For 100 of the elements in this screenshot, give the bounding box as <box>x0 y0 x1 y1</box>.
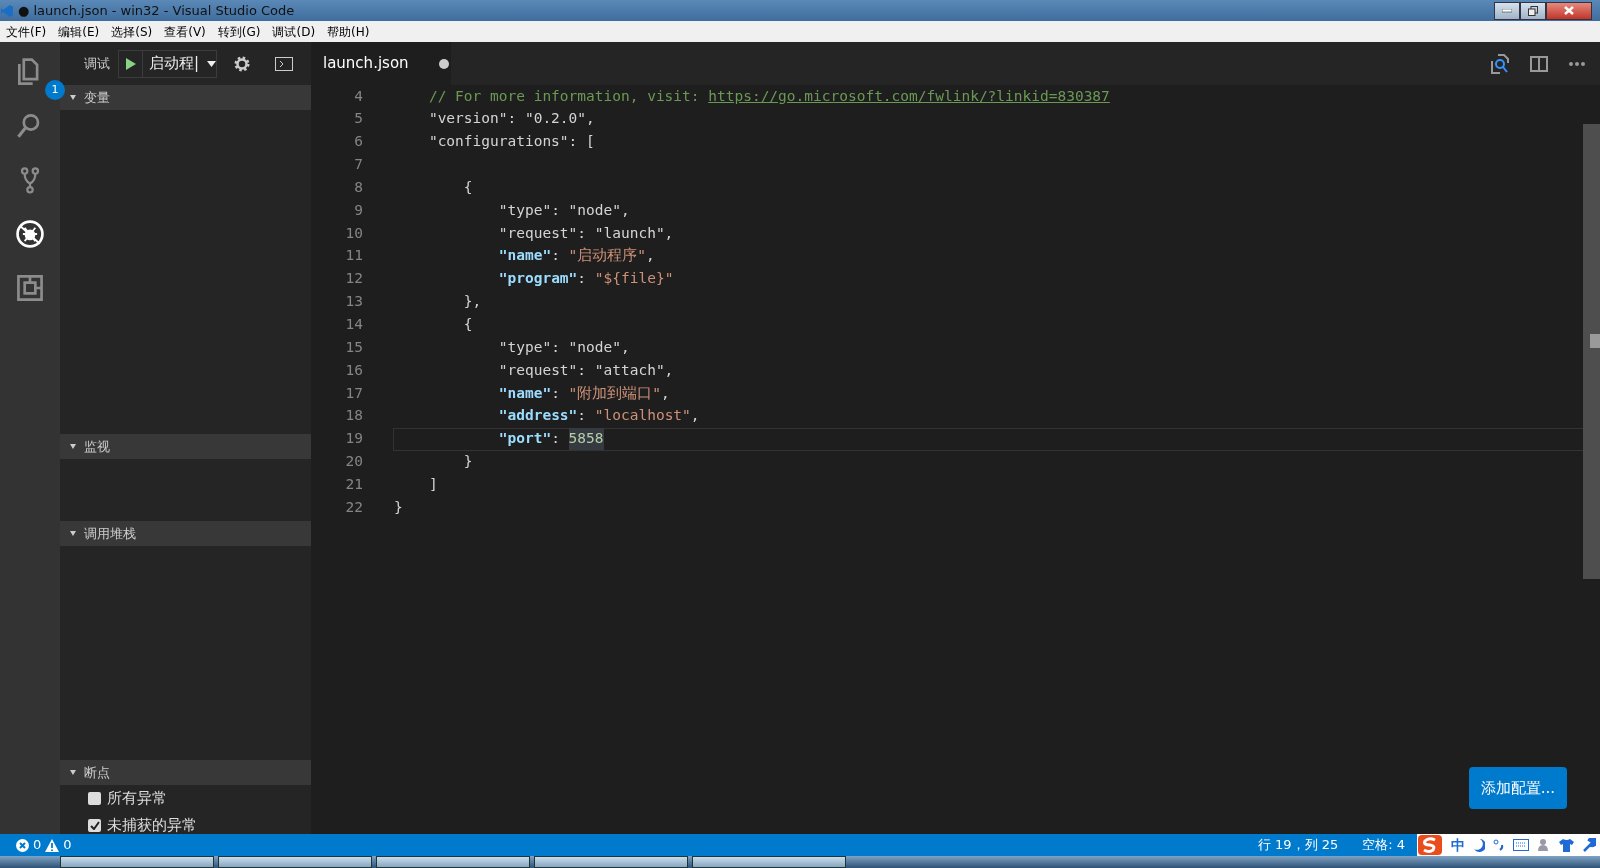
code-text: : <box>551 429 561 449</box>
restore-button[interactable] <box>1520 1 1546 20</box>
code-text: { <box>463 315 473 334</box>
taskbar-button[interactable] <box>376 856 530 868</box>
code-text: , <box>690 406 700 426</box>
split-editor-icon[interactable] <box>1530 55 1548 72</box>
section-title: 调用堆栈 <box>84 524 136 543</box>
minimize-button[interactable] <box>1494 1 1520 20</box>
terminal-icon <box>275 57 294 72</box>
window-title: ● launch.json - win32 - Visual Studio Code <box>18 1 295 20</box>
open-changes-icon[interactable] <box>1488 52 1510 75</box>
error-icon <box>16 838 29 852</box>
checkbox[interactable] <box>88 792 101 805</box>
code-text: ] <box>428 474 438 494</box>
line-number: 9 <box>353 200 363 220</box>
wrench-icon[interactable] <box>1582 838 1596 852</box>
ime-mode[interactable]: 中 <box>1451 834 1465 856</box>
code-text: "configurations": [ <box>428 132 595 152</box>
code-text: "version": "0.2.0", <box>428 109 595 129</box>
cursor-position[interactable]: 行 19，列 25 <box>1257 835 1339 855</box>
section-header[interactable]: 调用堆栈 <box>60 521 311 546</box>
problems-indicator[interactable]: 0 0 <box>16 835 72 855</box>
expanded-triangle-icon <box>70 94 76 101</box>
code-key: "program" <box>498 268 578 291</box>
close-button[interactable] <box>1546 1 1592 20</box>
code-text: : <box>551 383 561 403</box>
check-icon <box>89 821 100 830</box>
code-string: "${file}" <box>594 269 674 289</box>
code-text: : <box>577 269 588 289</box>
keyboard-icon[interactable] <box>1513 839 1529 851</box>
menu-item[interactable]: 调试(D) <box>266 22 322 41</box>
configuration-select[interactable]: 启动程| <box>118 49 218 78</box>
line-number: 6 <box>353 132 363 152</box>
line-number: 10 <box>344 223 363 243</box>
activity-button[interactable] <box>14 218 46 250</box>
section-title: 断点 <box>84 763 110 782</box>
line-number: 14 <box>344 315 363 334</box>
code-text: , <box>661 383 670 403</box>
line-number: 12 <box>344 269 363 289</box>
taskbar-button[interactable] <box>218 856 372 868</box>
line-number: 16 <box>344 360 363 380</box>
punctuation-icon[interactable] <box>1493 839 1505 851</box>
play-icon <box>124 56 137 71</box>
add-configuration-button[interactable]: 添加配置... <box>1468 766 1567 809</box>
taskbar-button[interactable] <box>534 856 688 868</box>
code-text: { <box>463 177 473 197</box>
app-logo-icon <box>0 3 14 18</box>
line-number: 13 <box>344 292 363 312</box>
code-text: "request": "launch", <box>498 223 674 243</box>
user-icon[interactable] <box>1537 838 1551 852</box>
checkbox[interactable] <box>88 819 101 832</box>
menu-item[interactable]: 转到(G) <box>211 22 267 41</box>
line-number: 15 <box>344 337 363 357</box>
shirt-icon[interactable] <box>1559 838 1574 852</box>
section-header[interactable]: 变量 <box>60 85 311 110</box>
expanded-triangle-icon <box>70 443 76 450</box>
settings-icon <box>233 55 252 74</box>
extensions-icon <box>14 272 46 304</box>
code-text: , <box>646 246 655 266</box>
bug-icon <box>14 218 46 250</box>
code-text: : <box>577 406 588 426</box>
code-number: 5858 <box>568 428 604 450</box>
expanded-triangle-icon <box>70 530 76 537</box>
checkbox-label: 所有异常 <box>107 788 167 810</box>
line-number: 8 <box>353 177 363 197</box>
code-text: }, <box>463 292 482 312</box>
code-string: "启动程序" <box>568 246 647 266</box>
code-key: "port" <box>498 428 552 450</box>
line-number: 21 <box>344 474 363 494</box>
code-string: "附加到端口" <box>568 383 662 403</box>
code-text: "request": "attach", <box>498 360 674 380</box>
line-number: 19 <box>344 429 363 449</box>
taskbar-button[interactable] <box>692 856 846 868</box>
ime-logo-icon[interactable] <box>1417 834 1443 856</box>
section-header[interactable]: 断点 <box>60 760 311 785</box>
indentation-setting[interactable]: 空格: 4 <box>1362 835 1405 855</box>
code-string: "localhost" <box>594 406 691 426</box>
checkbox-label: 未捕获的异常 <box>107 815 197 837</box>
section-header[interactable]: 监视 <box>60 434 311 459</box>
debug-label: 调试 <box>84 54 110 73</box>
more-icon[interactable] <box>1568 60 1586 67</box>
code-key: "name" <box>498 382 552 405</box>
moon-icon[interactable] <box>1473 838 1485 852</box>
scrollbar-thumb[interactable] <box>1583 124 1600 579</box>
taskbar-button[interactable] <box>60 856 214 868</box>
menu-item[interactable]: 查看(V) <box>158 22 212 41</box>
line-number: 22 <box>344 497 363 517</box>
overview-marker <box>1590 334 1600 348</box>
code-text: "type": "node", <box>498 337 630 357</box>
code-link[interactable]: https://go.microsoft.com/fwlink/?linkid=830387 <box>708 85 1110 108</box>
menu-item[interactable]: 选择(S) <box>105 22 159 41</box>
warning-icon <box>45 838 60 852</box>
dropdown-caret-icon <box>207 60 217 67</box>
menu-item[interactable]: 文件(F) <box>0 22 53 41</box>
count-badge: 1 <box>45 80 65 100</box>
menu-item[interactable]: 帮助(H) <box>321 22 376 41</box>
menu-item[interactable]: 编辑(E) <box>52 22 106 41</box>
line-number: 20 <box>344 452 363 472</box>
editor-tab[interactable]: launch.json <box>311 42 451 85</box>
code-key: "address" <box>498 405 578 428</box>
